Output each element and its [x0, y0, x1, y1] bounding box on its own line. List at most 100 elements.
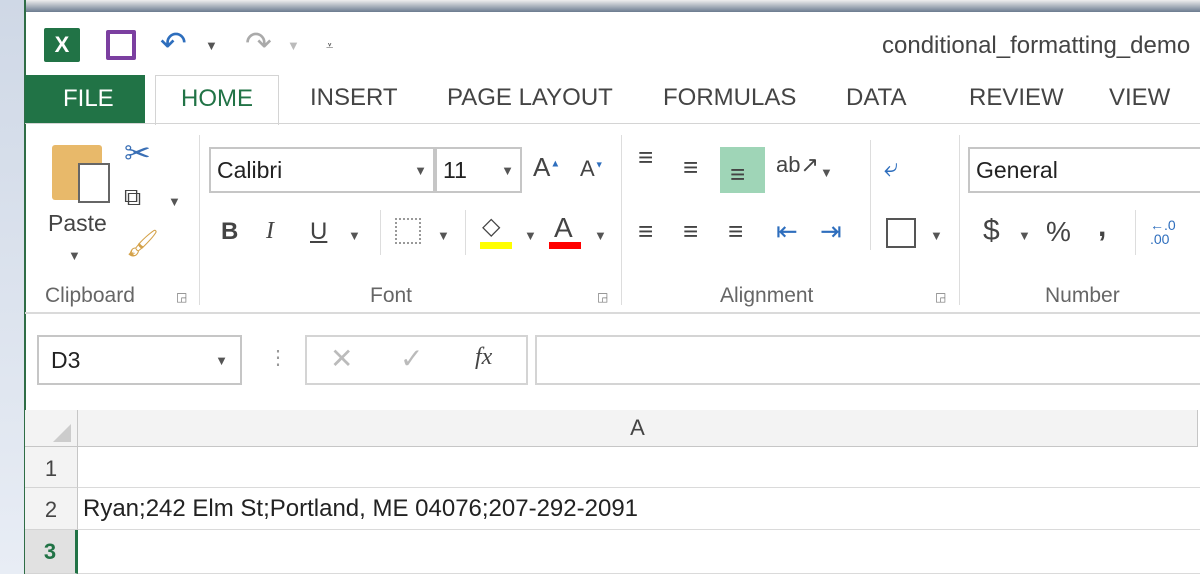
paste-dropdown-icon[interactable]: ▼: [68, 248, 81, 263]
insert-function-button[interactable]: fx: [475, 344, 492, 371]
tab-review[interactable]: REVIEW: [969, 84, 1064, 112]
row-header-1[interactable]: 1: [25, 447, 78, 488]
format-painter-icon[interactable]: 🖌: [126, 228, 159, 259]
redo-icon[interactable]: ↷: [245, 24, 272, 62]
decrease-font-icon[interactable]: A▼: [580, 156, 604, 182]
ribbon-bottom-border: [25, 312, 1200, 314]
cut-icon[interactable]: ✂: [124, 134, 151, 172]
font-name-combo[interactable]: Calibri ▼: [209, 147, 435, 193]
fill-color-dropdown-icon[interactable]: ▼: [524, 228, 537, 243]
column-header-a[interactable]: A: [78, 410, 1198, 447]
fill-color-swatch: [480, 242, 512, 249]
wrap-text-icon[interactable]: ⤶: [884, 152, 899, 184]
cell-value: Ryan;242 Elm St;Portland, ME 04076;207-2…: [83, 495, 639, 522]
tab-view[interactable]: VIEW: [1109, 84, 1170, 112]
redo-dropdown-icon: ▼: [287, 38, 300, 53]
copy-dropdown-icon[interactable]: ▼: [168, 194, 181, 209]
font-size-value: 11: [443, 157, 467, 183]
bottom-align-button[interactable]: ≡: [720, 147, 765, 193]
cell-a2[interactable]: Ryan;242 Elm St;Portland, ME 04076;207-2…: [78, 488, 1200, 530]
tab-file[interactable]: FILE: [25, 75, 145, 123]
tab-page-layout[interactable]: PAGE LAYOUT: [447, 84, 613, 112]
currency-button[interactable]: $: [983, 214, 1000, 248]
chevron-down-icon[interactable]: ▼: [501, 163, 514, 178]
select-all-triangle-icon: [53, 424, 71, 442]
group-separator: [621, 135, 622, 305]
save-icon[interactable]: [106, 30, 136, 60]
alignment-group-label: Alignment: [720, 284, 814, 307]
enter-icon[interactable]: ✓: [400, 342, 423, 375]
top-align-icon[interactable]: ≡: [638, 142, 653, 173]
fill-color-icon[interactable]: ◇: [482, 212, 500, 241]
row-header-2[interactable]: 2: [25, 488, 78, 530]
customize-qat-icon[interactable]: ⩡: [326, 38, 333, 54]
tab-insert[interactable]: INSERT: [310, 84, 398, 112]
cell-a3[interactable]: [78, 530, 1200, 574]
italic-button[interactable]: I: [266, 218, 274, 245]
name-box[interactable]: D3 ▼: [37, 335, 242, 385]
group-separator: [199, 135, 200, 305]
font-color-dropdown-icon[interactable]: ▼: [594, 228, 607, 243]
row-header-3[interactable]: 3: [25, 530, 78, 574]
align-right-icon[interactable]: ≡: [728, 216, 743, 247]
chevron-down-icon[interactable]: ▼: [414, 163, 427, 178]
window-title: conditional_formatting_demo: [882, 32, 1191, 59]
resize-handle-icon[interactable]: ⋮: [268, 345, 288, 370]
number-format-value: General: [976, 157, 1058, 183]
cell-a1[interactable]: [78, 447, 1200, 488]
font-launcher-icon[interactable]: ◲: [597, 290, 608, 304]
increase-indent-icon[interactable]: ⇥: [820, 216, 842, 247]
divider: [380, 210, 381, 255]
borders-icon[interactable]: [395, 218, 421, 244]
select-all-button[interactable]: [25, 410, 78, 447]
paste-page-icon: [78, 163, 110, 203]
decrease-indent-icon[interactable]: ⇤: [776, 216, 798, 247]
cancel-icon[interactable]: ✕: [330, 342, 353, 375]
tab-home[interactable]: HOME: [155, 75, 279, 125]
background-window-titlebar: [0, 0, 1200, 12]
increase-decimal-icon[interactable]: ←.0.00: [1150, 218, 1176, 246]
borders-dropdown-icon[interactable]: ▼: [437, 228, 450, 243]
middle-align-icon[interactable]: ≡: [683, 152, 698, 183]
currency-dropdown-icon[interactable]: ▼: [1018, 228, 1031, 243]
tab-data[interactable]: DATA: [846, 84, 906, 112]
clipboard-launcher-icon[interactable]: ◲: [176, 290, 187, 304]
chevron-down-icon[interactable]: ▼: [215, 353, 228, 368]
font-color-swatch: [549, 242, 581, 249]
comma-button[interactable]: ,: [1098, 210, 1106, 244]
tab-home-label: HOME: [181, 85, 253, 112]
formula-input[interactable]: [535, 335, 1200, 385]
bold-button[interactable]: B: [221, 218, 238, 246]
background-window: [0, 0, 26, 574]
font-group-label: Font: [370, 284, 413, 307]
clipboard-group-label: Clipboard: [45, 284, 135, 307]
font-name-value: Calibri: [217, 157, 283, 183]
orientation-icon[interactable]: ab↗: [776, 152, 819, 178]
font-color-icon[interactable]: A: [554, 212, 573, 244]
percent-button[interactable]: %: [1046, 216, 1071, 248]
increase-font-icon[interactable]: A▲: [533, 152, 560, 183]
number-format-combo[interactable]: General: [968, 147, 1200, 193]
bottom-align-icon: ≡: [730, 159, 746, 189]
orientation-dropdown-icon[interactable]: ▼: [820, 165, 833, 180]
copy-icon[interactable]: ⧉: [124, 184, 141, 212]
name-box-value: D3: [51, 347, 81, 373]
divider: [465, 210, 466, 255]
paste-button[interactable]: Paste: [48, 210, 107, 237]
group-separator: [959, 135, 960, 305]
align-left-icon[interactable]: ≡: [638, 216, 653, 247]
divider: [1135, 210, 1136, 255]
alignment-launcher-icon[interactable]: ◲: [935, 290, 946, 304]
tab-formulas[interactable]: FORMULAS: [663, 84, 796, 112]
merge-dropdown-icon[interactable]: ▼: [930, 228, 943, 243]
merge-center-icon[interactable]: [886, 218, 916, 248]
align-center-icon[interactable]: ≡: [683, 216, 698, 247]
underline-button[interactable]: U: [310, 218, 327, 246]
number-group-label: Number: [1045, 284, 1120, 307]
font-size-combo[interactable]: 11 ▼: [435, 147, 522, 193]
tab-divider: [25, 123, 1200, 124]
undo-icon[interactable]: ↶: [160, 24, 187, 62]
excel-logo-icon: X: [44, 28, 80, 62]
undo-dropdown-icon[interactable]: ▼: [205, 38, 218, 53]
underline-dropdown-icon[interactable]: ▼: [348, 228, 361, 243]
